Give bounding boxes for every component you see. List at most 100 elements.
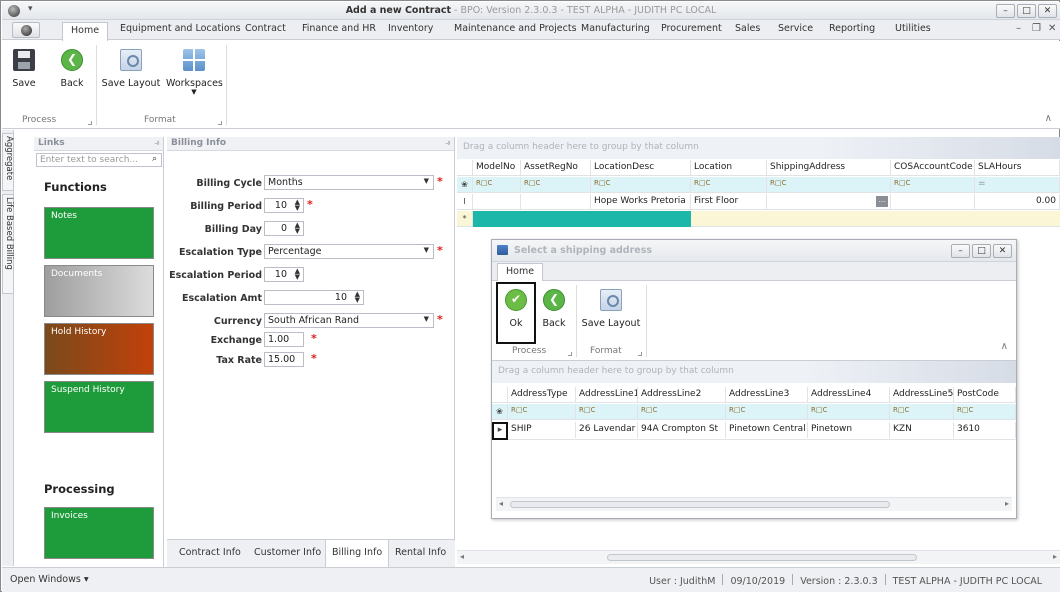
dialog-tab-home[interactable]: Home [497, 263, 544, 281]
scroll-right-icon[interactable]: ▸ [1005, 499, 1009, 508]
column-header-assetregno[interactable]: AssetRegNo [521, 160, 591, 176]
filter-cell-locationdesc[interactable]: R□C [591, 177, 691, 193]
search-icon[interactable]: ⌕ [152, 154, 157, 164]
filter-cell-postcode[interactable]: R□C [954, 404, 1016, 420]
tab-procurement[interactable]: Procurement [661, 23, 722, 34]
tile-notes[interactable]: Notes [44, 207, 154, 259]
billing-day-stepper[interactable]: 0 ▲ ▼ [264, 221, 304, 236]
scrollbar-thumb[interactable] [607, 554, 917, 561]
filter-cell-cosaccountcode[interactable]: R□C [891, 177, 975, 193]
cell-addressline5[interactable]: KZN [890, 422, 954, 438]
column-header-cosaccountcode[interactable]: COSAccountCode [891, 160, 975, 176]
mdi-close-button[interactable]: ✕ [1048, 23, 1056, 34]
cell-modelno[interactable] [473, 194, 521, 210]
column-header-locationdesc[interactable]: LocationDesc [591, 160, 691, 176]
filter-cell-assetregno[interactable]: R□C [521, 177, 591, 193]
side-tab-life-based-billing[interactable]: Life Based Billing [2, 194, 14, 294]
pin-icon[interactable]: ⫣ [445, 138, 450, 148]
filter-cell-shippingaddress[interactable]: R□C [767, 177, 891, 193]
column-header-location[interactable]: Location [691, 160, 767, 176]
dialog-process-launcher[interactable] [568, 352, 572, 356]
application-menu-button[interactable] [12, 22, 40, 38]
collapse-ribbon-button[interactable]: ∧ [1045, 113, 1052, 124]
column-header-addressline5[interactable]: AddressLine5 [890, 387, 954, 403]
mdi-minimize-button[interactable]: – [1016, 23, 1021, 34]
cell-postcode[interactable]: 3610 [954, 422, 1016, 438]
cell-locationdesc[interactable]: Hope Works Pretoria [591, 194, 691, 210]
tax-rate-field[interactable]: 15.00 [264, 352, 304, 367]
filter-cell-location[interactable]: R□C [691, 177, 767, 193]
column-header-postcode[interactable]: PostCode [954, 387, 1016, 403]
billing-period-stepper[interactable]: 10 ▲ ▼ [264, 198, 304, 213]
tile-invoices[interactable]: Invoices [44, 507, 154, 559]
table-row[interactable]: ▸ SHIP 26 Lavendar 94A Crompton St Pinet… [492, 422, 1016, 440]
maximize-button[interactable]: □ [1017, 4, 1036, 18]
dialog-maximize-button[interactable]: □ [972, 244, 991, 258]
open-windows-button[interactable]: Open Windows ▾ [10, 574, 89, 585]
filter-cell-addressline4[interactable]: R□C [808, 404, 890, 420]
table-row[interactable]: I Hope Works Pretoria First Floor ... 0.… [457, 194, 1060, 210]
ok-button[interactable]: Ok [496, 282, 536, 344]
workspaces-button[interactable]: Workspaces ▼ [166, 49, 223, 96]
spin-arrows-icon[interactable]: ▲ ▼ [295, 268, 300, 281]
cell-slahours[interactable]: 0.00 [975, 194, 1060, 210]
filter-cell-addressline5[interactable]: R□C [890, 404, 954, 420]
tab-service[interactable]: Service [778, 23, 813, 34]
tab-home[interactable]: Home [62, 22, 109, 41]
cell-location[interactable]: First Floor [691, 194, 767, 210]
ellipsis-button[interactable]: ... [876, 196, 888, 207]
column-header-addresstype[interactable]: AddressType [508, 387, 576, 403]
currency-dropdown[interactable]: South African Rand ▼ [264, 313, 434, 328]
billing-cycle-dropdown[interactable]: Months ▼ [264, 175, 434, 190]
dialog-close-button[interactable]: ✕ [993, 244, 1012, 258]
scroll-right-icon[interactable]: ▸ [1053, 552, 1057, 561]
tab-utilities[interactable]: Utilities [895, 23, 931, 34]
column-header-slahours[interactable]: SLAHours [975, 160, 1060, 176]
group-by-panel[interactable]: Drag a column header here to group by th… [457, 137, 1060, 159]
escalation-amt-stepper[interactable]: 10 ▲ ▼ [264, 290, 364, 305]
column-header-addressline1[interactable]: AddressLine1 [576, 387, 638, 403]
address-horizontal-scrollbar[interactable]: ◂ ▸ [496, 497, 1012, 511]
dialog-collapse-ribbon-button[interactable]: ∧ [1001, 341, 1008, 352]
tab-inventory[interactable]: Inventory [388, 23, 433, 34]
tab-rental-info[interactable]: Rental Info [395, 547, 446, 558]
cell-addressline4[interactable]: Pinetown [808, 422, 890, 438]
grid-horizontal-scrollbar[interactable]: ◂ ▸ [457, 550, 1060, 564]
tile-hold-history[interactable]: Hold History [44, 323, 154, 375]
scroll-left-icon[interactable]: ◂ [460, 552, 464, 561]
format-group-launcher[interactable] [218, 121, 222, 125]
tile-suspend-history[interactable]: Suspend History [44, 381, 154, 433]
save-button[interactable]: Save [10, 49, 38, 89]
pin-icon[interactable]: ⫣ [154, 138, 159, 148]
tab-billing-info[interactable]: Billing Info [325, 540, 390, 568]
cell-addressline1[interactable]: 26 Lavendar [576, 422, 638, 438]
process-group-launcher[interactable] [88, 121, 92, 125]
tab-contract-info[interactable]: Contract Info [179, 547, 241, 558]
back-button[interactable]: Back [58, 49, 86, 89]
tile-documents[interactable]: Documents [44, 265, 154, 317]
minimize-button[interactable]: – [996, 4, 1015, 18]
cell-cosaccountcode[interactable] [891, 194, 975, 210]
dialog-back-button[interactable]: Back [540, 289, 568, 329]
cell-assetregno[interactable] [521, 194, 591, 210]
scrollbar-thumb[interactable] [510, 501, 890, 508]
close-button[interactable]: ✕ [1038, 4, 1057, 18]
new-row-selected-cells[interactable] [473, 211, 691, 227]
exchange-field[interactable]: 1.00 [264, 332, 304, 347]
filter-cell-addresstype[interactable]: R□C [508, 404, 576, 420]
column-header-addressline3[interactable]: AddressLine3 [726, 387, 808, 403]
dialog-group-by-panel[interactable]: Drag a column header here to group by th… [492, 361, 1016, 383]
cell-addressline3[interactable]: Pinetown Central [726, 422, 808, 438]
cell-shippingaddress[interactable]: ... [767, 194, 891, 210]
column-header-modelno[interactable]: ModelNo [473, 160, 521, 176]
cell-addressline2[interactable]: 94A Crompton St [638, 422, 726, 438]
save-layout-button[interactable]: Save Layout [100, 49, 162, 89]
column-header-shippingaddress[interactable]: ShippingAddress [767, 160, 891, 176]
filter-cell-addressline3[interactable]: R□C [726, 404, 808, 420]
tab-equipment-and-locations[interactable]: Equipment and Locations [120, 23, 241, 34]
tab-manufacturing[interactable]: Manufacturing [581, 23, 650, 34]
tab-contract[interactable]: Contract [245, 23, 286, 34]
dialog-save-layout-button[interactable]: Save Layout [580, 289, 642, 329]
filter-cell-slahours[interactable]: = [975, 177, 1060, 193]
tab-reporting[interactable]: Reporting [829, 23, 875, 34]
